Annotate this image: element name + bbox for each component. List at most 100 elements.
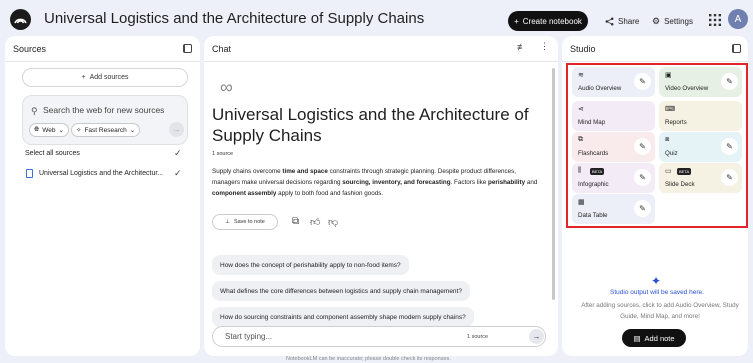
select-all-checkbox[interactable]: ✓ bbox=[174, 149, 183, 158]
studio-title: Studio bbox=[570, 44, 596, 54]
app-header: Universal Logistics and the Architecture… bbox=[0, 0, 753, 40]
table-icon: ▦ bbox=[578, 199, 585, 206]
notebook-summary: Supply chains overcome time and space co… bbox=[212, 168, 538, 197]
flashcards-icon: ⧉ bbox=[578, 136, 583, 143]
tile-label: Slide Deck bbox=[665, 181, 695, 188]
tune-icon[interactable]: ≢ bbox=[517, 42, 526, 52]
tile-infographic[interactable]: ⫼ BETA Infographic ✎ bbox=[572, 163, 655, 193]
studio-help-message: After adding sources, click to add Audio… bbox=[581, 302, 739, 320]
source-item-checkbox[interactable]: ✓ bbox=[174, 169, 183, 178]
chat-title: Chat bbox=[212, 44, 232, 54]
web-search-box[interactable]: ⚲ Search the web for new sources 🌐︎ Web … bbox=[22, 95, 188, 145]
thumbs-up-icon[interactable]: 👍︎ bbox=[310, 216, 320, 228]
source-count: 1 source bbox=[212, 151, 234, 157]
save-to-note-button[interactable]: ⊥ Save to note bbox=[212, 214, 278, 230]
mindmap-icon: ⋖ bbox=[578, 106, 584, 113]
tile-label: Audio Overview bbox=[578, 85, 622, 92]
edit-icon[interactable]: ✎ bbox=[634, 138, 651, 155]
chevron-down-icon: ⌄ bbox=[58, 127, 64, 134]
edit-icon[interactable]: ✎ bbox=[634, 73, 651, 90]
tile-mind-map[interactable]: ⋖ Mind Map bbox=[572, 101, 655, 131]
tile-label: Data Table bbox=[578, 212, 608, 219]
research-mode-dropdown[interactable]: ✧ Fast Research ⌄ bbox=[71, 123, 141, 137]
magic-wand-icon: ✦ bbox=[651, 274, 662, 288]
chat-source-count: 1 source bbox=[467, 334, 489, 340]
edit-icon[interactable]: ✎ bbox=[634, 169, 651, 186]
search-input[interactable]: Search the web for new sources bbox=[43, 105, 164, 115]
create-notebook-button[interactable]: + Create notebook bbox=[508, 11, 588, 31]
web-dropdown[interactable]: 🌐︎ Web ⌄ bbox=[29, 123, 69, 137]
chat-panel-header: Chat ≢ ⋮ bbox=[204, 36, 558, 62]
tile-audio-overview[interactable]: ≋ Audio Overview ✎ bbox=[572, 67, 655, 97]
settings-label: Settings bbox=[664, 16, 693, 26]
edit-icon[interactable]: ✎ bbox=[721, 169, 738, 186]
tile-quiz[interactable]: ⧈ Quiz ✎ bbox=[659, 132, 742, 162]
beta-badge: BETA bbox=[677, 168, 692, 175]
notebooklm-logo[interactable] bbox=[10, 9, 31, 30]
slides-icon: ▭ bbox=[665, 168, 672, 175]
sources-title: Sources bbox=[13, 44, 47, 54]
tile-label: Reports bbox=[665, 119, 687, 126]
sources-panel-header: Sources bbox=[5, 36, 200, 62]
suggested-question[interactable]: How do sourcing constraints and componen… bbox=[212, 307, 474, 327]
tile-video-overview[interactable]: ▣ Video Overview ✎ bbox=[659, 67, 742, 97]
chevron-down-icon: ⌄ bbox=[129, 127, 136, 134]
suggested-question[interactable]: What defines the core differences betwee… bbox=[212, 281, 470, 301]
tile-reports[interactable]: ⌨ Reports bbox=[659, 101, 742, 131]
chat-input-placeholder: Start typing... bbox=[225, 332, 273, 341]
tile-label: Quiz bbox=[665, 150, 678, 157]
reports-icon: ⌨ bbox=[665, 106, 676, 113]
settings-button[interactable]: ⚙ Settings bbox=[652, 11, 693, 31]
infographic-icon: ⫼ bbox=[578, 167, 582, 174]
beta-badge: BETA bbox=[590, 168, 605, 175]
add-sources-button[interactable]: + Add sources bbox=[22, 68, 188, 87]
collapse-panel-icon[interactable] bbox=[732, 44, 741, 53]
create-notebook-label: Create notebook bbox=[522, 16, 582, 26]
more-vert-icon[interactable]: ⋮ bbox=[540, 41, 549, 52]
chat-scrollbar[interactable] bbox=[552, 68, 555, 300]
copy-icon[interactable]: ⧉ bbox=[292, 216, 299, 227]
tile-data-table[interactable]: ▦ Data Table ✎ bbox=[572, 194, 655, 224]
tile-label: Video Overview bbox=[665, 85, 709, 92]
plus-icon: + bbox=[81, 74, 86, 81]
thumbs-down-icon[interactable]: 👎︎ bbox=[328, 216, 338, 228]
chat-input[interactable]: Start typing... 1 source → bbox=[212, 326, 546, 347]
add-note-button[interactable]: ▤ Add note bbox=[622, 329, 686, 347]
collapse-panel-icon[interactable] bbox=[183, 44, 192, 53]
save-to-note-label: Save to note bbox=[233, 219, 265, 225]
notebook-title[interactable]: Universal Logistics and the Architecture… bbox=[44, 10, 424, 27]
edit-icon[interactable]: ✎ bbox=[721, 138, 738, 155]
send-button[interactable]: → bbox=[529, 329, 544, 344]
tile-flashcards[interactable]: ⧉ Flashcards ✎ bbox=[572, 132, 655, 162]
search-icon: ⚲ bbox=[31, 106, 38, 116]
studio-panel-header: Studio bbox=[562, 36, 748, 62]
notebook-emoji-icon: ∞ bbox=[220, 77, 233, 97]
share-icon bbox=[605, 17, 614, 25]
sparkle-search-icon: ✧ bbox=[76, 127, 82, 134]
avatar[interactable]: A bbox=[728, 9, 748, 29]
share-label: Share bbox=[618, 16, 640, 26]
notebook-heading: Universal Logistics and the Architecture… bbox=[212, 105, 529, 145]
research-chip-label: Fast Research bbox=[84, 126, 127, 134]
suggested-question[interactable]: How does the concept of perishability ap… bbox=[212, 255, 409, 275]
audio-icon: ≋ bbox=[578, 72, 584, 79]
apps-grid-icon[interactable] bbox=[709, 14, 721, 26]
document-icon bbox=[26, 169, 33, 178]
plus-icon: + bbox=[514, 16, 519, 26]
share-button[interactable]: Share bbox=[605, 11, 639, 31]
add-sources-label: Add sources bbox=[89, 74, 129, 81]
tile-slide-deck[interactable]: ▭ BETA Slide Deck ✎ bbox=[659, 163, 742, 193]
edit-icon[interactable]: ✎ bbox=[634, 200, 651, 217]
tile-label: Mind Map bbox=[578, 119, 606, 126]
video-icon: ▣ bbox=[665, 72, 672, 79]
quiz-icon: ⧈ bbox=[665, 136, 670, 143]
studio-output-message: Studio output will be saved here. bbox=[610, 289, 704, 296]
note-icon: ▤ bbox=[633, 333, 641, 343]
edit-icon[interactable]: ✎ bbox=[721, 73, 738, 90]
add-note-label: Add note bbox=[644, 333, 675, 343]
submit-search-button[interactable]: → bbox=[169, 122, 184, 137]
pin-icon: ⊥ bbox=[225, 219, 230, 225]
web-chip-label: Web bbox=[42, 126, 56, 134]
source-item-label[interactable]: Universal Logistics and the Architectur.… bbox=[39, 170, 163, 177]
tile-label: Flashcards bbox=[578, 150, 609, 157]
